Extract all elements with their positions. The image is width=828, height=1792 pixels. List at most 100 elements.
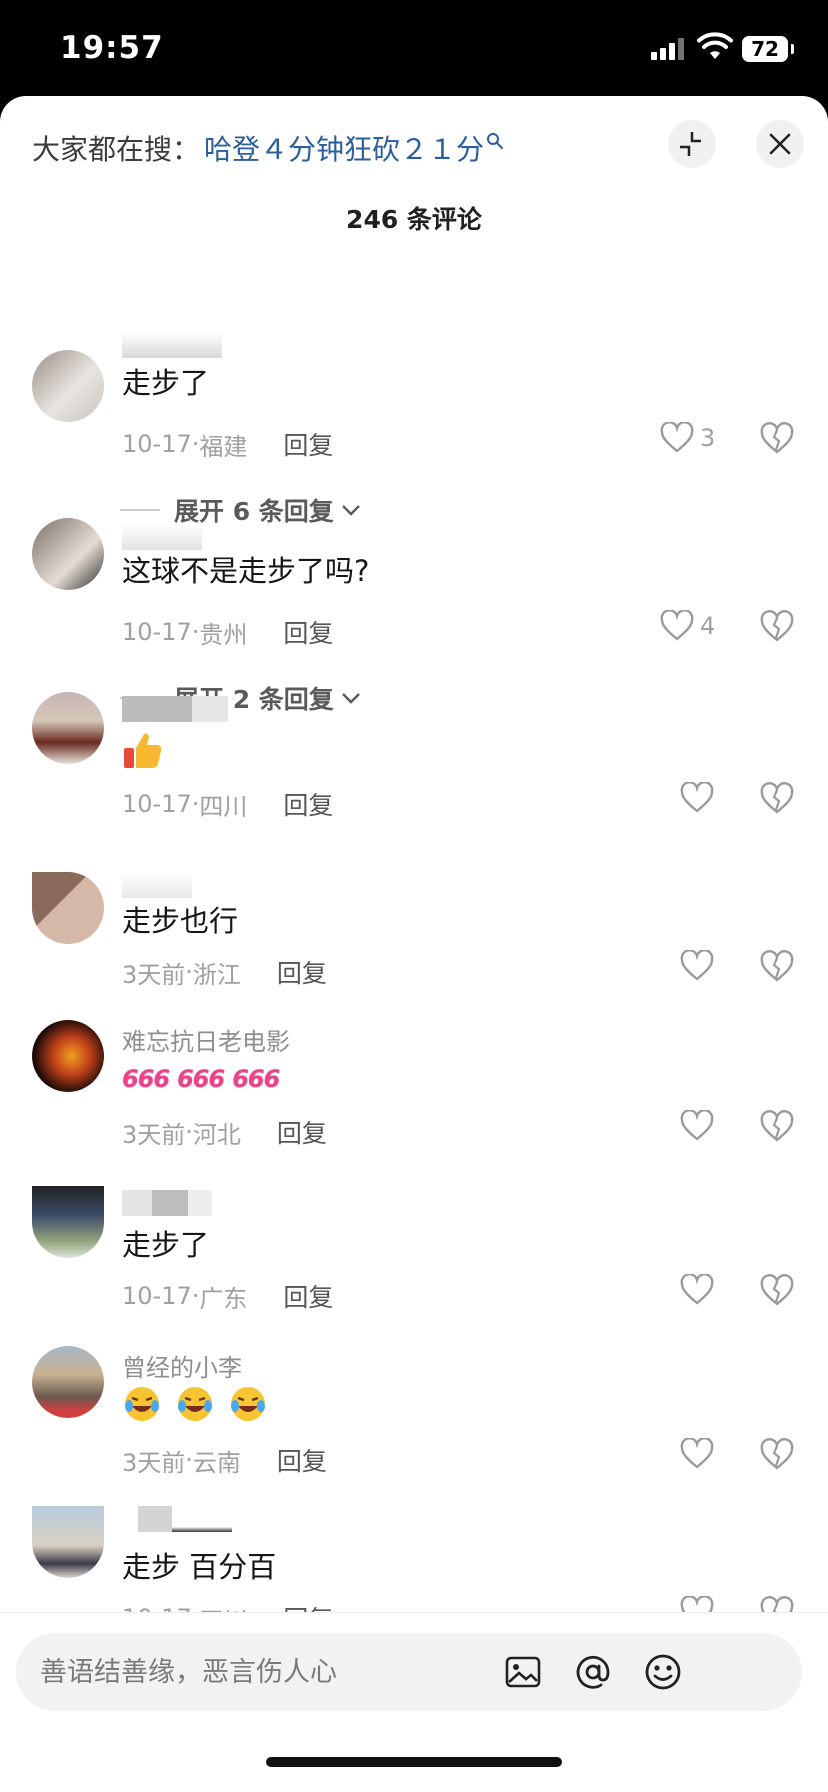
- comment-username[interactable]: 难忘抗日老电影: [122, 1022, 290, 1057]
- cellular-signal-icon: [651, 38, 685, 60]
- comment-location: 福建: [199, 432, 248, 461]
- heart-icon: [660, 610, 694, 641]
- comment-meta: 10-17 · 广东 回复: [122, 1278, 333, 1314]
- comment-location: 浙江: [192, 960, 241, 989]
- comment-meta: 10-17 · 贵州 回复: [122, 614, 333, 650]
- image-icon[interactable]: [502, 1651, 544, 1693]
- like-button[interactable]: [680, 782, 714, 814]
- comment-meta: 3天前 · 浙江 回复: [122, 954, 327, 990]
- like-button[interactable]: 4: [660, 610, 715, 642]
- avatar[interactable]: [32, 872, 104, 944]
- chevron-down-icon: [341, 693, 360, 704]
- comment-text: 走步了: [122, 366, 210, 400]
- comment-input[interactable]: [40, 1647, 560, 1697]
- close-button[interactable]: [756, 120, 804, 168]
- like-button[interactable]: 3: [660, 422, 715, 454]
- reply-button[interactable]: 回复: [277, 954, 327, 990]
- comment-meta: 3天前 · 云南 回复: [122, 1442, 327, 1478]
- reply-button[interactable]: 回复: [277, 1114, 327, 1150]
- like-count: 4: [700, 612, 716, 640]
- avatar[interactable]: [32, 1020, 104, 1092]
- username-redacted: [122, 696, 228, 722]
- search-icon: [487, 133, 504, 149]
- expand-replies-label: 展开 6 条回复: [174, 497, 334, 526]
- broken-heart-icon[interactable]: [760, 782, 794, 816]
- username-redacted: [122, 524, 202, 550]
- heart-icon: [680, 782, 714, 813]
- comments-sheet: 大家都在搜： 哈登４分钟狂砍２１分 246 条评论 走步了 10-17 · 福建 …: [0, 96, 828, 1792]
- broken-heart-icon[interactable]: [760, 610, 794, 644]
- heart-icon: [680, 1274, 714, 1305]
- like-button[interactable]: [680, 1110, 714, 1142]
- at-icon[interactable]: [572, 1651, 614, 1693]
- home-indicator: [266, 1757, 562, 1767]
- comment-date: 10-17: [122, 1282, 192, 1310]
- comment-text: 走步了: [122, 1228, 210, 1262]
- comment-input-container: [16, 1633, 802, 1711]
- comment-date: 3天前: [122, 960, 186, 989]
- wifi-icon: [697, 32, 733, 59]
- broken-heart-icon[interactable]: [760, 422, 794, 456]
- trending-search-term[interactable]: 哈登４分钟狂砍２１分: [204, 128, 484, 168]
- emoji-666: 666: [232, 1065, 280, 1093]
- reply-button[interactable]: 回复: [283, 426, 333, 462]
- username-redacted: [122, 1506, 232, 1532]
- comment-date: 10-17: [122, 430, 192, 458]
- comment-date: 3天前: [122, 1448, 186, 1477]
- like-button[interactable]: [680, 1438, 714, 1470]
- avatar[interactable]: [32, 1346, 104, 1418]
- comment-meta: 3天前 · 河北 回复: [122, 1114, 327, 1150]
- emoji-666: 666: [122, 1065, 170, 1093]
- minimize-button[interactable]: [668, 120, 716, 168]
- heart-icon: [680, 950, 714, 981]
- reply-button[interactable]: 回复: [283, 1278, 333, 1314]
- heart-icon: [680, 1110, 714, 1141]
- comment-text: 666 666 666: [122, 1060, 287, 1094]
- expand-replies-button[interactable]: 展开 6 条回复: [120, 492, 362, 528]
- comment-date: 3天前: [122, 1120, 186, 1149]
- broken-heart-icon[interactable]: [760, 1438, 794, 1472]
- comment-location: 广东: [199, 1284, 248, 1313]
- comment-input-bar: [0, 1612, 828, 1792]
- avatar[interactable]: [32, 1186, 104, 1258]
- broken-heart-icon[interactable]: [760, 1110, 794, 1144]
- battery-indicator: 72: [742, 36, 794, 62]
- status-time: 19:57: [60, 30, 164, 66]
- thumbs-up-emoji-icon: [124, 733, 162, 768]
- status-bar: 19:57 72: [0, 0, 828, 96]
- username-redacted: [122, 872, 192, 898]
- laughing-emoji-icon: [178, 1387, 213, 1421]
- emoji-666: 666: [177, 1065, 225, 1093]
- comment-text: [122, 730, 164, 777]
- comment-text: 走步 百分百: [122, 1550, 277, 1584]
- avatar[interactable]: [32, 518, 104, 590]
- emoji-icon[interactable]: [642, 1651, 684, 1693]
- reply-button[interactable]: 回复: [283, 614, 333, 650]
- avatar[interactable]: [32, 692, 104, 764]
- reply-button[interactable]: 回复: [283, 786, 333, 822]
- comment-date: 10-17: [122, 790, 192, 818]
- trending-search[interactable]: 大家都在搜： 哈登４分钟狂砍２１分: [32, 126, 504, 170]
- comment-text: [122, 1384, 268, 1431]
- minimize-icon: [680, 132, 701, 156]
- comment-location: 云南: [192, 1448, 241, 1477]
- broken-heart-icon[interactable]: [760, 1274, 794, 1308]
- comment-location: 贵州: [199, 620, 248, 649]
- avatar[interactable]: [32, 350, 104, 422]
- laughing-emoji-icon: [231, 1387, 266, 1421]
- comment-username[interactable]: 曾经的小李: [122, 1348, 242, 1383]
- comment-count-title: 246 条评论: [346, 205, 482, 234]
- comment-text: 走步也行: [122, 904, 239, 938]
- reply-button[interactable]: 回复: [277, 1442, 327, 1478]
- like-button[interactable]: [680, 950, 714, 982]
- comment-location: 四川: [199, 792, 248, 821]
- heart-icon: [660, 422, 694, 453]
- broken-heart-icon[interactable]: [760, 950, 794, 984]
- trending-search-label: 大家都在搜：: [32, 133, 201, 166]
- comment-meta: 10-17· 四川 回复: [122, 786, 333, 822]
- laughing-emoji-icon: [125, 1387, 159, 1421]
- like-count: 3: [700, 424, 716, 452]
- comment-date: 10-17: [122, 618, 192, 646]
- avatar[interactable]: [32, 1506, 104, 1578]
- like-button[interactable]: [680, 1274, 714, 1306]
